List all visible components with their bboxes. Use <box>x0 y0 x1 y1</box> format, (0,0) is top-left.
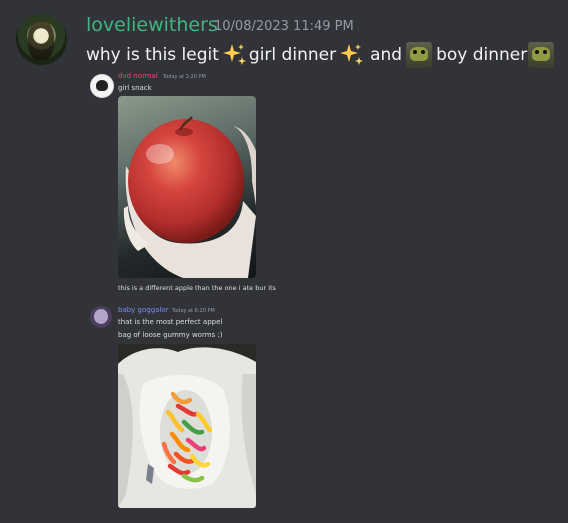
sparkles-icon <box>340 44 364 65</box>
apple-image-icon <box>123 116 256 278</box>
message-text-3: and <box>370 45 403 65</box>
gummy-worms-image-icon <box>118 347 256 508</box>
gummy-worms-photo <box>118 344 256 508</box>
author-name: dvd normal <box>118 72 158 80</box>
username[interactable]: loveliewithers <box>86 14 218 36</box>
message-text-2: girl dinner <box>248 45 337 65</box>
timestamp: 10/08/2023 11:49 PM <box>214 19 354 34</box>
frog-emoji-icon <box>528 42 555 68</box>
message-time: Today at 3:20 PM <box>163 74 206 80</box>
frog-emoji-icon <box>406 42 433 68</box>
message-text: bag of loose gummy worms :) <box>118 331 223 339</box>
message-text-4: boy dinner <box>436 45 528 65</box>
message-content: why is this legit girl dinner and boy di… <box>86 41 558 69</box>
message-text: that is the most perfect appel <box>118 318 223 326</box>
embedded-screenshot: dvd normal Today at 3:20 PM girl snack t… <box>86 66 506 516</box>
message-time: Today at 6:20 PM <box>172 308 215 314</box>
message-text-1: why is this legit <box>86 45 219 65</box>
message-text: girl snack <box>118 84 152 92</box>
image-caption: this is a different apple than the one i… <box>118 284 276 292</box>
avatar <box>90 74 114 98</box>
avatar <box>90 306 112 328</box>
author-name: baby goggalor <box>118 306 169 314</box>
user-avatar[interactable] <box>16 14 67 65</box>
apple-photo <box>118 96 256 278</box>
sparkles-icon <box>222 44 246 65</box>
